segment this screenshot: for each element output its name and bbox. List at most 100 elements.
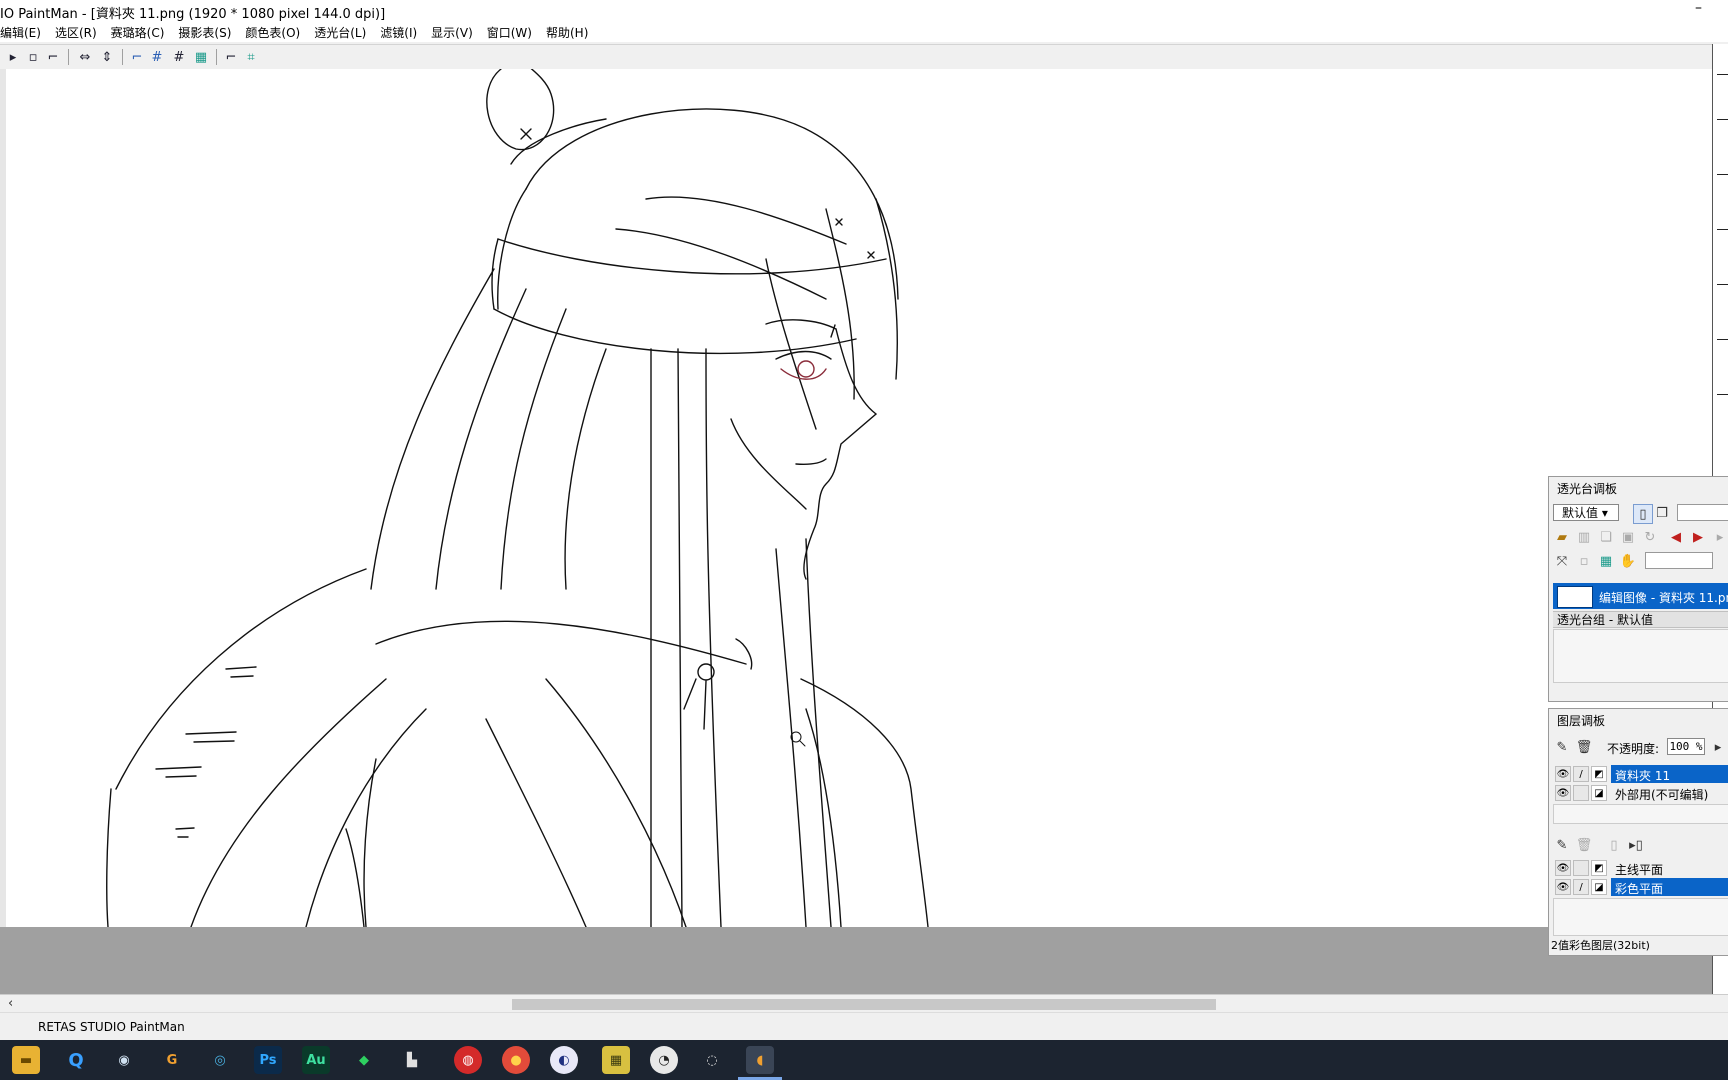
eye-icon[interactable]: 👁 <box>1555 766 1571 782</box>
pen-icon[interactable] <box>1573 785 1589 801</box>
arrow-right-icon[interactable]: ▶ <box>1689 528 1707 546</box>
window-title: IO PaintMan - [資料夾 11.png (1920 * 1080 p… <box>0 7 386 22</box>
plane-merge-icon[interactable]: ▸▯ <box>1627 836 1645 854</box>
game-launcher-icon[interactable]: ◆ <box>350 1046 378 1074</box>
ruler-icon[interactable]: ⌐ <box>128 48 146 66</box>
opacity-input[interactable]: 100 % <box>1667 738 1705 755</box>
menu-cel[interactable]: 赛璐珞(C) <box>104 22 172 42</box>
pen-icon[interactable]: / <box>1573 766 1589 782</box>
plane-row-line[interactable]: 👁 ◩ 主线平面 <box>1553 859 1728 877</box>
status-bar: RETAS STUDIO PaintMan <box>0 1012 1728 1041</box>
play-icon[interactable]: ▸ <box>4 48 22 66</box>
layer-type-icon: ◩ <box>1591 766 1607 782</box>
drawing-canvas[interactable] <box>6 69 1712 927</box>
menu-edit[interactable]: 编辑(E) <box>0 22 48 42</box>
frame-guide-icon[interactable]: ▦ <box>192 48 210 66</box>
grid-icon[interactable]: # <box>148 48 166 66</box>
pen-icon[interactable]: / <box>1573 879 1589 895</box>
fit-width-icon[interactable]: ⇔ <box>76 48 94 66</box>
lightbox-list <box>1553 629 1728 683</box>
media-app-icon[interactable]: ▙ <box>398 1046 426 1074</box>
plane-type-icon: ◩ <box>1591 860 1607 876</box>
opacity-arrow-icon[interactable]: ▸ <box>1709 738 1727 756</box>
netease-music-icon[interactable]: ◍ <box>454 1046 482 1074</box>
obs-studio-icon[interactable]: ◌ <box>698 1046 726 1074</box>
layer-panel: 图层调板 ✎ 🗑 不透明度: 100 % ▸ 👁 / ◩ 資料夾 11 👁 ◪ … <box>1548 708 1728 956</box>
preset-dropdown[interactable]: 默认值 ▾ <box>1553 504 1619 521</box>
menu-help[interactable]: 帮助(H) <box>539 22 595 42</box>
scroll-left-icon[interactable]: ‹ <box>8 996 13 1011</box>
point-icon[interactable]: ▫ <box>1575 552 1593 570</box>
paintman-icon[interactable]: ◖ <box>746 1046 774 1074</box>
chrome-icon[interactable]: ● <box>502 1046 530 1074</box>
plane-type-icon: ◪ <box>1591 879 1607 895</box>
delete-icon[interactable]: ▥ <box>1575 528 1593 546</box>
layer-row-external[interactable]: 👁 ◪ 外部用(不可编辑) <box>1553 784 1728 802</box>
crop-frame-icon[interactable]: ⌗ <box>242 48 260 66</box>
delete-plane-icon[interactable]: 🗑 <box>1575 836 1593 854</box>
eye-icon[interactable]: 👁 <box>1555 860 1571 876</box>
lightbox-item-selected[interactable]: 编辑图像 - 資料夾 11.png <box>1553 583 1728 609</box>
line-icon[interactable]: ◔ <box>650 1046 678 1074</box>
safe-frame-icon[interactable]: ⌐ <box>222 48 240 66</box>
menu-filter[interactable]: 滤镜(I) <box>373 22 424 42</box>
plane-row-color[interactable]: 👁 / ◪ 彩色平面 <box>1553 878 1728 896</box>
horizontal-scrollbar[interactable]: ‹ <box>0 994 1728 1013</box>
title-bar: IO PaintMan - [資料夾 11.png (1920 * 1080 p… <box>0 0 1728 22</box>
menu-xsheet[interactable]: 摄影表(S) <box>171 22 238 42</box>
paste-icon[interactable]: ▣ <box>1619 528 1637 546</box>
eye-icon[interactable]: 👁 <box>1555 785 1571 801</box>
new-page-icon[interactable]: ▫ <box>24 48 42 66</box>
status-text: RETAS STUDIO PaintMan <box>38 1020 185 1034</box>
eye-icon[interactable]: 👁 <box>1555 879 1571 895</box>
new-plane-icon[interactable]: ✎ <box>1553 836 1571 854</box>
menu-color-chart[interactable]: 颜色表(O) <box>238 22 307 42</box>
transform-icon[interactable]: ⤧ <box>1553 552 1571 570</box>
layer-row-folder[interactable]: 👁 / ◩ 資料夾 11 <box>1553 765 1728 783</box>
canvas-area[interactable] <box>0 69 1712 994</box>
frame-icon[interactable]: ▦ <box>1597 552 1615 570</box>
lightbox-panel: 透光台调板 默认值 ▾ ▯ ❐ ▰ ▥ ❏ ▣ ↻ ◀ ▶ ▸ ⤧ ▫ ▦ ✋ … <box>1548 476 1728 702</box>
single-page-icon[interactable]: ▯ <box>1633 504 1653 524</box>
steam-icon[interactable]: ◉ <box>110 1046 138 1074</box>
minimize-icon[interactable]: – <box>1695 0 1715 22</box>
layer-info: 2值彩色图层(32bit) <box>1551 939 1650 952</box>
copy-icon[interactable]: ❏ <box>1597 528 1615 546</box>
layer-panel-title: 图层调板 <box>1549 709 1728 733</box>
menu-lightbox[interactable]: 透光台(L) <box>307 22 373 42</box>
multi-page-icon[interactable]: ❐ <box>1653 504 1671 522</box>
menu-bar: 编辑(E) 选区(R) 赛璐珞(C) 摄影表(S) 颜色表(O) 透光台(L) … <box>0 22 1728 42</box>
audition-icon[interactable]: Au <box>302 1046 330 1074</box>
toolbar: ▸ ▫ ⌐ ⇔ ⇕ ⌐ # # ▦ ⌐ ⌗ <box>0 44 1712 70</box>
lightbox-panel-title: 透光台调板 <box>1549 477 1728 501</box>
fit-height-icon[interactable]: ⇕ <box>98 48 116 66</box>
calendar-icon[interactable]: ▦ <box>602 1046 630 1074</box>
qq-browser-icon[interactable]: Q <box>62 1046 90 1074</box>
fine-grid-icon[interactable]: # <box>170 48 188 66</box>
arrow-left-icon[interactable]: ◀ <box>1667 528 1685 546</box>
line-art-illustration <box>106 69 929 927</box>
menu-selection[interactable]: 选区(R) <box>48 22 104 42</box>
open-folder-icon[interactable]: ▰ <box>1553 528 1571 546</box>
app-icon[interactable]: ◐ <box>550 1046 578 1074</box>
image-thumbnail <box>1557 586 1593 608</box>
photoshop-icon[interactable]: Ps <box>254 1046 282 1074</box>
opacity-label: 不透明度: <box>1607 742 1660 756</box>
menu-view[interactable]: 显示(V) <box>424 22 480 42</box>
lightbox-group-label: 透光台组 - 默认值 <box>1553 611 1728 628</box>
file-explorer-icon[interactable]: ▬ <box>12 1046 40 1074</box>
trash-icon[interactable]: 🗑 <box>1575 738 1593 756</box>
taskbar: ▬ Q ◉ G ◎ Ps Au ◆ ▙ ◍ ● ◐ ▦ ◔ ◌ ◖ <box>0 1040 1728 1080</box>
hand-icon[interactable]: ✋ <box>1619 552 1637 570</box>
new-layer-icon[interactable]: ✎ <box>1553 738 1571 756</box>
more-icon[interactable]: ▸ <box>1711 528 1728 546</box>
menu-window[interactable]: 窗口(W) <box>480 22 539 42</box>
pen-icon[interactable] <box>1573 860 1589 876</box>
layer-type-icon: ◪ <box>1591 785 1607 801</box>
scrollbar-thumb[interactable] <box>512 999 1216 1010</box>
grammarly-icon[interactable]: G <box>158 1046 186 1074</box>
plane-option-icon[interactable]: ▯ <box>1605 836 1623 854</box>
page-turn-icon[interactable]: ⌐ <box>44 48 62 66</box>
refresh-icon[interactable]: ↻ <box>1641 528 1659 546</box>
browser-360-icon[interactable]: ◎ <box>206 1046 234 1074</box>
